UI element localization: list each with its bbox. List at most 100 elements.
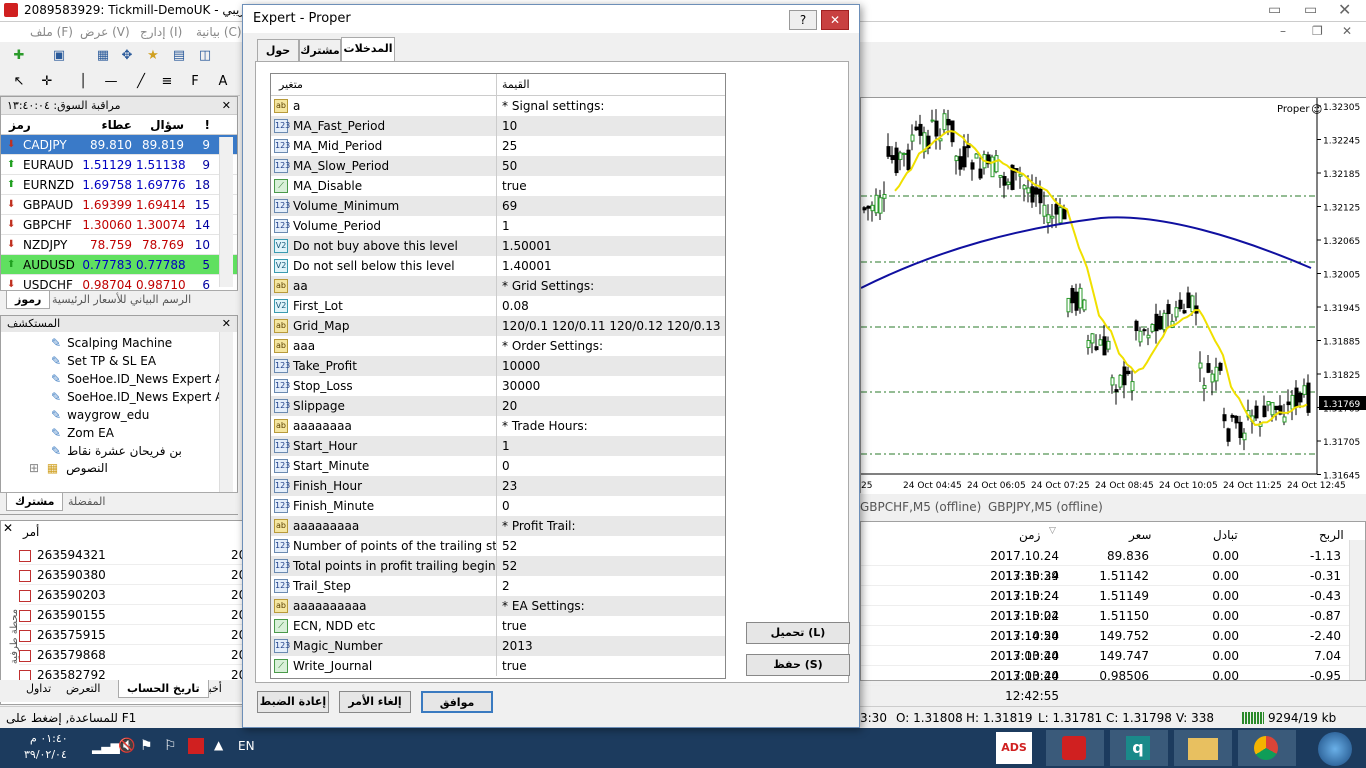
new-order-icon[interactable]: ✚: [8, 46, 30, 66]
tab-inputs[interactable]: المدخلات: [341, 37, 395, 61]
param-row[interactable]: ab Grid_Map 120/0.1 120/0.11 120/0.12 120/…: [271, 316, 725, 336]
param-value[interactable]: 1.40001: [497, 256, 725, 276]
navigator-expert-item[interactable]: ✎ Zom EA: [51, 424, 114, 442]
param-value[interactable]: 25: [497, 136, 725, 156]
param-row[interactable]: 123 Finish_Hour 23: [271, 476, 725, 496]
param-row[interactable]: ab a * Signal settings:: [271, 96, 725, 116]
horizontal-line-icon[interactable]: —: [100, 72, 122, 92]
chart-canvas[interactable]: 1.32305 1.32245 1.32185 1.32125 1.32065 1.320…: [860, 98, 1366, 494]
param-row[interactable]: ⟋ Write_Journal true: [271, 656, 725, 676]
qbittorrent-app-icon[interactable]: q: [1110, 730, 1168, 766]
param-value[interactable]: 23: [497, 476, 725, 496]
chrome-app-icon[interactable]: [1238, 730, 1296, 766]
start-button[interactable]: [1318, 732, 1352, 766]
chart-tab-gbpjpy[interactable]: GBPJPY,M5 (offline): [988, 497, 1103, 517]
param-value[interactable]: * Trade Hours:: [497, 416, 725, 436]
header-order[interactable]: أمر: [23, 525, 39, 539]
header-time[interactable]: زمن: [1019, 528, 1040, 542]
param-row[interactable]: 123 Slippage 20: [271, 396, 725, 416]
close-icon[interactable]: ✕: [222, 97, 231, 115]
param-row[interactable]: ⟋ MA_Disable true: [271, 176, 725, 196]
market-watch-row[interactable]: ⬆ EURAUD 1.51129 1.51138 9: [1, 155, 237, 175]
navigator-expert-item[interactable]: ✎ SoeHoe.ID_News Expert Ad: [51, 388, 231, 406]
tab-exposure[interactable]: التعرض: [66, 682, 100, 695]
param-row[interactable]: ab aaa * Order Settings:: [271, 336, 725, 356]
profiles-icon[interactable]: ▣: [48, 46, 70, 66]
order-row[interactable]: 263579868 20: [19, 645, 246, 665]
clock-time[interactable]: ٠١:٤٠ م: [30, 732, 68, 745]
param-row[interactable]: ab aaaaaaaa * Trade Hours:: [271, 416, 725, 436]
param-value[interactable]: 1: [497, 216, 725, 236]
minimize-icon[interactable]: ▭: [1268, 2, 1281, 18]
clock-date[interactable]: ٣٩/٠٢/٠٤: [24, 748, 67, 761]
tab-common[interactable]: مشترك: [299, 39, 341, 61]
param-value[interactable]: 120/0.1 120/0.11 120/0.12 120/0.13 120/0…: [497, 316, 725, 336]
volume-icon[interactable]: 🔇: [118, 738, 135, 754]
market-watch-row[interactable]: ⬆ EURNZD 1.69758 1.69776 18: [1, 175, 237, 195]
tab-trade[interactable]: تداول: [26, 682, 51, 695]
tab-common[interactable]: مشترك: [6, 493, 64, 511]
order-row[interactable]: 263590155 20: [19, 605, 246, 625]
order-row[interactable]: 263575915 20: [19, 625, 246, 645]
dialog-close-button[interactable]: ✕: [821, 10, 849, 30]
navigator-expert-item[interactable]: ✎ Set TP & SL EA: [51, 352, 156, 370]
param-row[interactable]: V2 Do not buy above this level 1.50001: [271, 236, 725, 256]
terminal-scrollbar[interactable]: [1349, 540, 1365, 680]
param-row[interactable]: 123 MA_Fast_Period 10: [271, 116, 725, 136]
order-row[interactable]: 263590380 20: [19, 565, 246, 585]
market-watch-scrollbar[interactable]: [219, 137, 233, 287]
order-row[interactable]: 263590203 20: [19, 585, 246, 605]
save-button[interactable]: حفظ (S): [746, 654, 850, 676]
restore-icon[interactable]: ▭: [1304, 2, 1317, 18]
explorer-app-icon[interactable]: [1174, 730, 1232, 766]
price-chart[interactable]: 1.32305 1.32245 1.32185 1.32125 1.32065 1.320…: [860, 97, 1366, 494]
fibonacci-icon[interactable]: F: [184, 72, 206, 92]
navigator-expert-item[interactable]: ✎ SoeHoe.ID_News Expert Ad: [51, 370, 231, 388]
param-value[interactable]: 30000: [497, 376, 725, 396]
cursor-icon[interactable]: ↖: [8, 72, 30, 92]
param-value[interactable]: 1.50001: [497, 236, 725, 256]
terminal-icon[interactable]: ▤: [168, 46, 190, 66]
menu-file[interactable]: ملف (F): [30, 25, 73, 39]
load-button[interactable]: تحميل (L): [746, 622, 850, 644]
param-row[interactable]: 123 Number of points of the trailing stop…: [271, 536, 725, 556]
help-button[interactable]: ?: [789, 10, 817, 30]
trade-row[interactable]: 2017.10.24 13:15:24 1.51142 0.00 -0.31: [861, 566, 1351, 603]
param-value[interactable]: 52: [497, 536, 725, 556]
param-value[interactable]: * Grid Settings:: [497, 276, 725, 296]
header-price[interactable]: سعر: [1129, 528, 1151, 542]
param-row[interactable]: 123 Take_Profit 10000: [271, 356, 725, 376]
cancel-button[interactable]: إلغاء الأمر: [339, 691, 411, 713]
param-value[interactable]: 2013: [497, 636, 725, 656]
param-row[interactable]: ab aaaaaaaaa * Profit Trail:: [271, 516, 725, 536]
market-watch-icon[interactable]: ▦: [92, 46, 114, 66]
header-bid[interactable]: عطاء: [81, 115, 136, 134]
param-value[interactable]: * Signal settings:: [497, 96, 725, 116]
param-value[interactable]: * EA Settings:: [497, 596, 725, 616]
param-value[interactable]: * Profit Trail:: [497, 516, 725, 536]
navigator-expert-item[interactable]: ✎ waygrow_edu: [51, 406, 149, 424]
param-value[interactable]: 10: [497, 116, 725, 136]
ok-button[interactable]: موافق: [421, 691, 493, 713]
param-row[interactable]: V2 Do not sell below this level 1.40001: [271, 256, 725, 276]
market-watch-row[interactable]: ⬇ NZDJPY 78.759 78.769 10: [1, 235, 237, 255]
param-row[interactable]: ab aaaaaaaaaa * EA Settings:: [271, 596, 725, 616]
child-close-icon[interactable]: ✕: [1342, 24, 1352, 38]
navigator-expert-item[interactable]: ✎ Scalping Machine: [51, 334, 172, 352]
vertical-line-icon[interactable]: │: [72, 72, 94, 92]
mt4-app-icon[interactable]: [1046, 730, 1104, 766]
order-row[interactable]: 263594321 20: [19, 545, 246, 565]
tab-account-history[interactable]: تاريخ الحساب: [118, 680, 209, 698]
market-watch-row[interactable]: ⬇ GBPCHF 1.30060 1.30074 14: [1, 215, 237, 235]
param-value[interactable]: 69: [497, 196, 725, 216]
market-watch-row[interactable]: ⬇ CADJPY 89.810 89.819 9: [1, 135, 237, 155]
menu-view[interactable]: عرض (V): [80, 25, 130, 39]
param-row[interactable]: 123 Start_Hour 1: [271, 436, 725, 456]
param-row[interactable]: 123 Stop_Loss 30000: [271, 376, 725, 396]
param-row[interactable]: 123 MA_Mid_Period 25: [271, 136, 725, 156]
param-row[interactable]: 123 MA_Slow_Period 50: [271, 156, 725, 176]
close-icon[interactable]: ✕: [3, 521, 13, 535]
header-spread[interactable]: !: [188, 115, 214, 134]
trade-row[interactable]: 2017.10.24 13:14:50 1.51150 0.00 -0.87: [861, 606, 1351, 643]
tab-about[interactable]: حول: [257, 39, 299, 61]
